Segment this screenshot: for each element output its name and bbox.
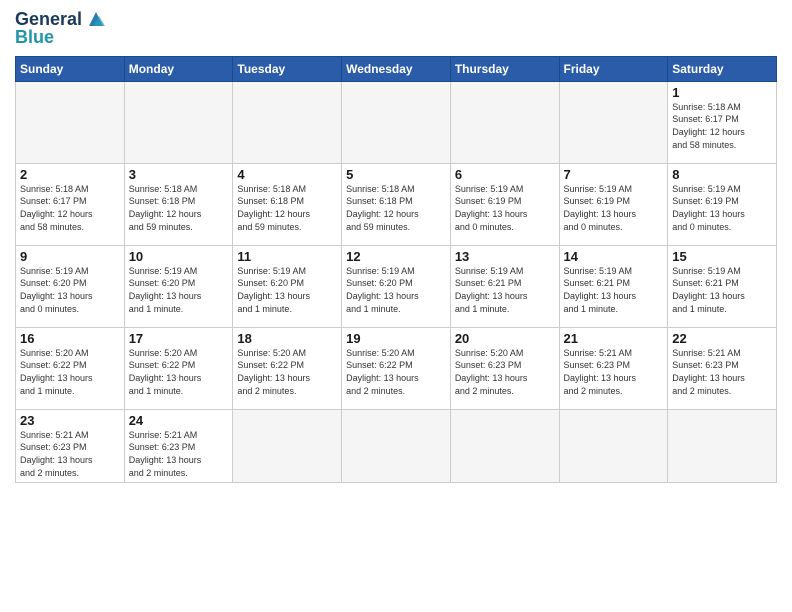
calendar-cell: [450, 81, 559, 163]
day-info: Sunrise: 5:20 AM Sunset: 6:22 PM Dayligh…: [129, 347, 229, 397]
day-number: 18: [237, 331, 337, 346]
logo: General Blue: [15, 10, 107, 48]
calendar-cell: 14Sunrise: 5:19 AM Sunset: 6:21 PM Dayli…: [559, 245, 668, 327]
calendar: SundayMondayTuesdayWednesdayThursdayFrid…: [15, 56, 777, 483]
calendar-cell: [124, 81, 233, 163]
day-number: 7: [564, 167, 664, 182]
day-info: Sunrise: 5:19 AM Sunset: 6:19 PM Dayligh…: [455, 183, 555, 233]
day-number: 1: [672, 85, 772, 100]
calendar-cell: [233, 409, 342, 482]
calendar-cell: 24Sunrise: 5:21 AM Sunset: 6:23 PM Dayli…: [124, 409, 233, 482]
day-number: 17: [129, 331, 229, 346]
calendar-cell: 2Sunrise: 5:18 AM Sunset: 6:17 PM Daylig…: [16, 163, 125, 245]
calendar-cell: [559, 81, 668, 163]
day-number: 14: [564, 249, 664, 264]
day-number: 11: [237, 249, 337, 264]
weekday-header: Wednesday: [342, 56, 451, 81]
day-info: Sunrise: 5:19 AM Sunset: 6:19 PM Dayligh…: [564, 183, 664, 233]
day-info: Sunrise: 5:19 AM Sunset: 6:20 PM Dayligh…: [20, 265, 120, 315]
calendar-cell: 18Sunrise: 5:20 AM Sunset: 6:22 PM Dayli…: [233, 327, 342, 409]
day-info: Sunrise: 5:18 AM Sunset: 6:17 PM Dayligh…: [672, 101, 772, 151]
day-info: Sunrise: 5:21 AM Sunset: 6:23 PM Dayligh…: [129, 429, 229, 479]
calendar-cell: 3Sunrise: 5:18 AM Sunset: 6:18 PM Daylig…: [124, 163, 233, 245]
day-info: Sunrise: 5:18 AM Sunset: 6:17 PM Dayligh…: [20, 183, 120, 233]
page: General Blue SundayMondayTuesdayWednesda…: [0, 0, 792, 612]
logo-icon: [85, 8, 107, 30]
calendar-cell: 12Sunrise: 5:19 AM Sunset: 6:20 PM Dayli…: [342, 245, 451, 327]
day-info: Sunrise: 5:21 AM Sunset: 6:23 PM Dayligh…: [564, 347, 664, 397]
calendar-cell: 16Sunrise: 5:20 AM Sunset: 6:22 PM Dayli…: [16, 327, 125, 409]
day-number: 6: [455, 167, 555, 182]
day-number: 15: [672, 249, 772, 264]
weekday-header: Thursday: [450, 56, 559, 81]
day-number: 21: [564, 331, 664, 346]
day-number: 8: [672, 167, 772, 182]
calendar-cell: 15Sunrise: 5:19 AM Sunset: 6:21 PM Dayli…: [668, 245, 777, 327]
calendar-cell: [16, 81, 125, 163]
calendar-cell: [668, 409, 777, 482]
calendar-cell: 5Sunrise: 5:18 AM Sunset: 6:18 PM Daylig…: [342, 163, 451, 245]
calendar-cell: 11Sunrise: 5:19 AM Sunset: 6:20 PM Dayli…: [233, 245, 342, 327]
day-number: 4: [237, 167, 337, 182]
day-info: Sunrise: 5:19 AM Sunset: 6:21 PM Dayligh…: [672, 265, 772, 315]
day-info: Sunrise: 5:21 AM Sunset: 6:23 PM Dayligh…: [20, 429, 120, 479]
calendar-cell: 4Sunrise: 5:18 AM Sunset: 6:18 PM Daylig…: [233, 163, 342, 245]
header: General Blue: [15, 10, 777, 48]
calendar-cell: 21Sunrise: 5:21 AM Sunset: 6:23 PM Dayli…: [559, 327, 668, 409]
day-info: Sunrise: 5:19 AM Sunset: 6:20 PM Dayligh…: [237, 265, 337, 315]
day-number: 20: [455, 331, 555, 346]
day-number: 16: [20, 331, 120, 346]
weekday-header: Sunday: [16, 56, 125, 81]
day-number: 12: [346, 249, 446, 264]
calendar-cell: 10Sunrise: 5:19 AM Sunset: 6:20 PM Dayli…: [124, 245, 233, 327]
weekday-header: Friday: [559, 56, 668, 81]
calendar-cell: 8Sunrise: 5:19 AM Sunset: 6:19 PM Daylig…: [668, 163, 777, 245]
day-number: 9: [20, 249, 120, 264]
calendar-cell: [342, 409, 451, 482]
day-number: 13: [455, 249, 555, 264]
day-info: Sunrise: 5:18 AM Sunset: 6:18 PM Dayligh…: [237, 183, 337, 233]
calendar-cell: 6Sunrise: 5:19 AM Sunset: 6:19 PM Daylig…: [450, 163, 559, 245]
day-info: Sunrise: 5:19 AM Sunset: 6:21 PM Dayligh…: [564, 265, 664, 315]
calendar-cell: [233, 81, 342, 163]
weekday-header: Saturday: [668, 56, 777, 81]
day-number: 3: [129, 167, 229, 182]
weekday-header: Tuesday: [233, 56, 342, 81]
day-number: 5: [346, 167, 446, 182]
calendar-cell: 19Sunrise: 5:20 AM Sunset: 6:22 PM Dayli…: [342, 327, 451, 409]
day-info: Sunrise: 5:20 AM Sunset: 6:22 PM Dayligh…: [237, 347, 337, 397]
calendar-cell: [342, 81, 451, 163]
day-number: 24: [129, 413, 229, 428]
day-info: Sunrise: 5:19 AM Sunset: 6:20 PM Dayligh…: [129, 265, 229, 315]
calendar-cell: 7Sunrise: 5:19 AM Sunset: 6:19 PM Daylig…: [559, 163, 668, 245]
day-number: 22: [672, 331, 772, 346]
calendar-cell: 20Sunrise: 5:20 AM Sunset: 6:23 PM Dayli…: [450, 327, 559, 409]
calendar-cell: [559, 409, 668, 482]
calendar-cell: 23Sunrise: 5:21 AM Sunset: 6:23 PM Dayli…: [16, 409, 125, 482]
calendar-cell: 1Sunrise: 5:18 AM Sunset: 6:17 PM Daylig…: [668, 81, 777, 163]
calendar-cell: 22Sunrise: 5:21 AM Sunset: 6:23 PM Dayli…: [668, 327, 777, 409]
day-info: Sunrise: 5:20 AM Sunset: 6:22 PM Dayligh…: [20, 347, 120, 397]
day-info: Sunrise: 5:21 AM Sunset: 6:23 PM Dayligh…: [672, 347, 772, 397]
logo-blue: Blue: [15, 28, 107, 48]
day-info: Sunrise: 5:19 AM Sunset: 6:19 PM Dayligh…: [672, 183, 772, 233]
day-info: Sunrise: 5:18 AM Sunset: 6:18 PM Dayligh…: [346, 183, 446, 233]
day-number: 23: [20, 413, 120, 428]
day-info: Sunrise: 5:18 AM Sunset: 6:18 PM Dayligh…: [129, 183, 229, 233]
weekday-header: Monday: [124, 56, 233, 81]
calendar-cell: 13Sunrise: 5:19 AM Sunset: 6:21 PM Dayli…: [450, 245, 559, 327]
day-info: Sunrise: 5:19 AM Sunset: 6:20 PM Dayligh…: [346, 265, 446, 315]
calendar-cell: [450, 409, 559, 482]
day-info: Sunrise: 5:19 AM Sunset: 6:21 PM Dayligh…: [455, 265, 555, 315]
day-number: 2: [20, 167, 120, 182]
day-info: Sunrise: 5:20 AM Sunset: 6:23 PM Dayligh…: [455, 347, 555, 397]
calendar-cell: 9Sunrise: 5:19 AM Sunset: 6:20 PM Daylig…: [16, 245, 125, 327]
day-number: 19: [346, 331, 446, 346]
calendar-cell: 17Sunrise: 5:20 AM Sunset: 6:22 PM Dayli…: [124, 327, 233, 409]
day-info: Sunrise: 5:20 AM Sunset: 6:22 PM Dayligh…: [346, 347, 446, 397]
day-number: 10: [129, 249, 229, 264]
